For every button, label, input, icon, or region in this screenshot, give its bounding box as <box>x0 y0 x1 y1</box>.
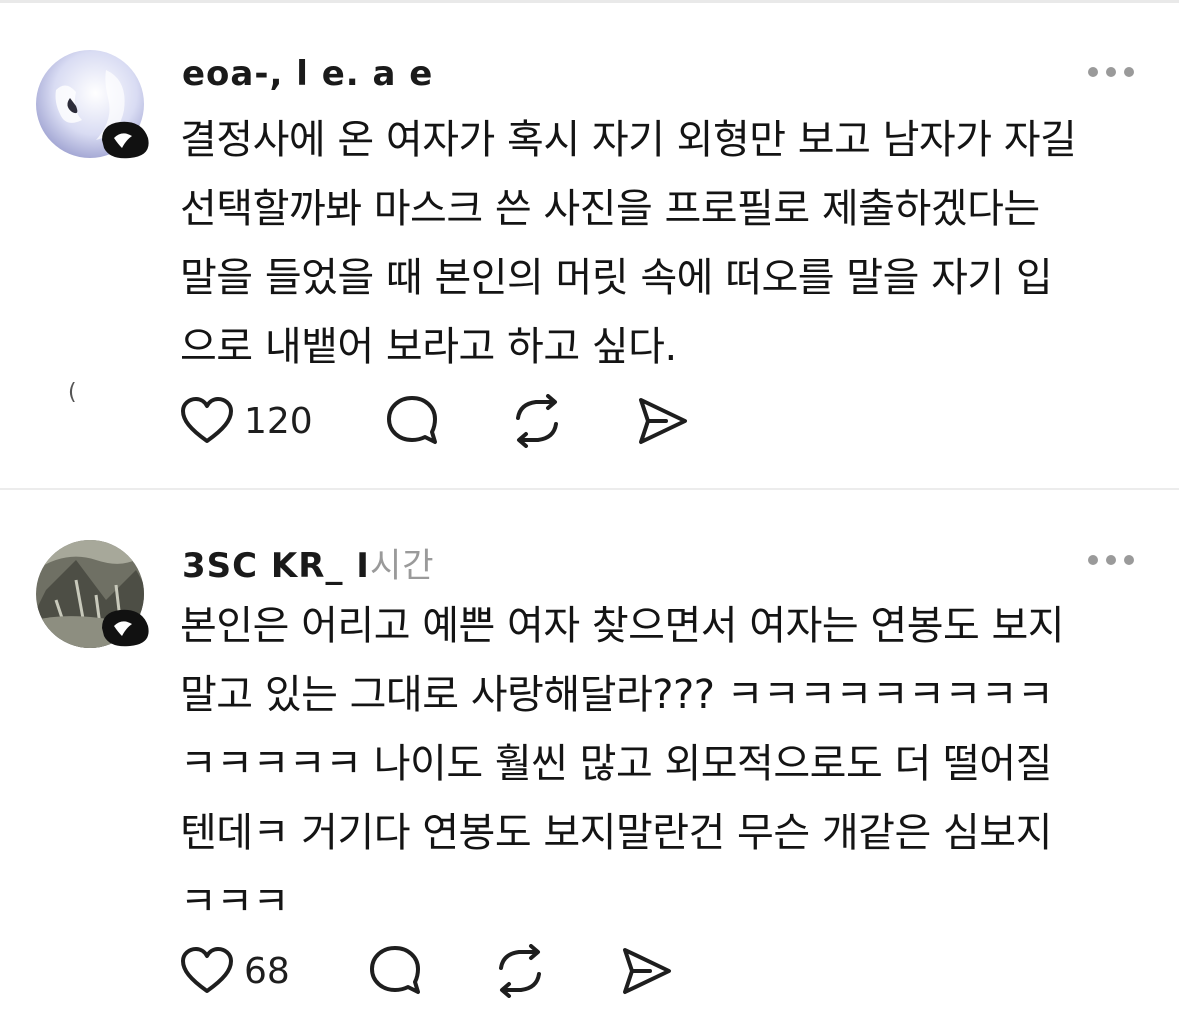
like-count: 120 <box>244 400 313 442</box>
post-line: 결정사에 온 여자가 혹시 자기 외형만 보고 남자가 자길 <box>180 117 1077 163</box>
thread-post: 3SC KR_ I시간 본인은 어리고 예쁜 여자 찾으면서 여자는 연봉도 보… <box>0 490 1179 1034</box>
like-button[interactable]: 68 <box>180 943 290 999</box>
reply-button[interactable] <box>385 393 439 449</box>
more-dots-icon[interactable] <box>1088 548 1134 572</box>
post-line: 말고 있는 그대로 사랑해달라??? ㅋㅋㅋㅋㅋㅋㅋㅋㅋ <box>180 672 1054 718</box>
post-actions: 120 <box>180 393 740 449</box>
post-line: 선택할까봐 마스크 쓴 사진을 프로필로 제출하겠다는 <box>180 186 1040 232</box>
repost-button[interactable] <box>510 393 564 449</box>
speech-bubble-icon[interactable] <box>385 394 439 448</box>
follow-badge-icon[interactable] <box>96 606 154 650</box>
send-icon[interactable] <box>636 394 690 448</box>
share-button[interactable] <box>620 943 674 999</box>
like-button[interactable]: 120 <box>180 393 313 449</box>
heart-icon[interactable] <box>180 946 234 996</box>
repost-icon[interactable] <box>510 394 564 448</box>
reply-button[interactable] <box>368 943 422 999</box>
post-line: ㅋㅋㅋㅋㅋ 나이도 훨씬 많고 외모적으로도 더 떨어질 <box>180 741 1052 787</box>
username[interactable]: 3SC KR_ I시간 <box>182 538 435 587</box>
post-line: 본인은 어리고 예쁜 여자 찾으면서 여자는 연봉도 보지 <box>180 603 1065 649</box>
timestamp: 시간 <box>369 546 435 586</box>
thread-indicator: ( <box>68 380 77 405</box>
repost-button[interactable] <box>493 943 547 999</box>
share-button[interactable] <box>636 393 690 449</box>
speech-bubble-icon[interactable] <box>368 944 422 998</box>
post-line: 텐데ㅋ 거기다 연봉도 보지말란건 무슨 개같은 심보지 <box>180 810 1052 856</box>
post-line: ㅋㅋㅋ <box>180 879 289 925</box>
username-text[interactable]: eoa-, l e. a e <box>182 54 433 94</box>
post-body: 본인은 어리고 예쁜 여자 찾으면서 여자는 연봉도 보지 말고 있는 그대로 … <box>180 592 1155 937</box>
more-dots-icon[interactable] <box>1088 60 1134 84</box>
post-line: 말을 들었을 때 본인의 머릿 속에 떠오를 말을 자기 입 <box>180 255 1053 301</box>
send-icon[interactable] <box>620 944 674 998</box>
heart-icon[interactable] <box>180 396 234 446</box>
post-actions: 68 <box>180 943 740 999</box>
thread-post: ( eoa-, l e. a e 결정사에 온 여자가 혹시 자기 외형만 보고… <box>0 0 1179 490</box>
username-text[interactable]: 3SC KR_ I <box>182 546 370 586</box>
post-body: 결정사에 온 여자가 혹시 자기 외형만 보고 남자가 자길 선택할까봐 마스크… <box>180 106 1155 382</box>
follow-badge-icon[interactable] <box>96 118 154 162</box>
username[interactable]: eoa-, l e. a e <box>182 54 433 94</box>
post-line: 으로 내뱉어 보라고 하고 싶다. <box>180 324 677 370</box>
repost-icon[interactable] <box>493 944 547 998</box>
like-count: 68 <box>244 950 290 992</box>
